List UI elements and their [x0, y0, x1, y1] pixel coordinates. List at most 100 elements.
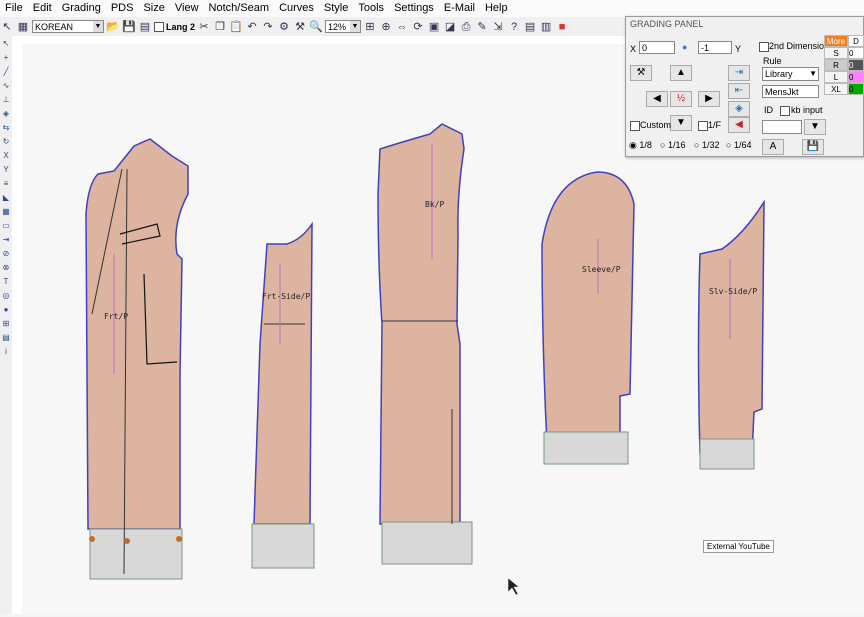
cut-icon[interactable]: ✂	[197, 20, 211, 34]
rule-name-field[interactable]: MensJkt	[762, 85, 819, 98]
piece-front-side[interactable]: Frt-Side/P	[251, 221, 315, 569]
fraction-center-button[interactable]: ½	[670, 91, 692, 107]
grid-tool-icon[interactable]: ⊞	[1, 319, 11, 329]
menu-grading[interactable]: Grading	[57, 0, 106, 17]
palette-icon[interactable]: ■	[555, 20, 569, 34]
join-tool-icon[interactable]: ⊗	[1, 263, 11, 273]
x-tool-icon[interactable]: X	[1, 151, 11, 161]
copy-right-icon[interactable]: ⇥	[728, 65, 750, 81]
menu-file[interactable]: File	[0, 0, 28, 17]
measure-tool-icon[interactable]: ≡	[1, 179, 11, 189]
menu-help[interactable]: Help	[480, 0, 513, 17]
piece-front[interactable]: Frt/P	[85, 138, 189, 580]
flag-icon[interactable]: ◀	[728, 117, 750, 133]
menu-tools[interactable]: Tools	[353, 0, 389, 17]
undo-icon[interactable]: ↶	[245, 20, 259, 34]
piece-sleeve-side[interactable]: Slv-Side/P	[697, 199, 765, 470]
piece-icon[interactable]: ▣	[427, 20, 441, 34]
marker-icon[interactable]: ◪	[443, 20, 457, 34]
button-tool-icon[interactable]: ●	[1, 305, 11, 315]
plot-icon[interactable]: ⎙	[459, 20, 473, 34]
y-tool-icon[interactable]: Y	[1, 165, 11, 175]
menu-pds[interactable]: PDS	[106, 0, 139, 17]
zoom-select[interactable]: 12% ▼	[325, 20, 362, 33]
drill-tool-icon[interactable]: ◎	[1, 291, 11, 301]
fraction-1-8[interactable]: ◉ 1/8	[629, 140, 652, 151]
id-dropdown-icon[interactable]: ▼	[804, 119, 826, 135]
layout-icon[interactable]: ▥	[539, 20, 553, 34]
redraw-icon[interactable]: ⟳	[411, 20, 425, 34]
x-value-field[interactable]: 0	[639, 41, 675, 54]
split-tool-icon[interactable]: ⊘	[1, 249, 11, 259]
copy-icon[interactable]: ❐	[213, 20, 227, 34]
line-tool-icon[interactable]: ╱	[1, 67, 11, 77]
dot-icon[interactable]: ●	[682, 42, 687, 52]
arrow-down-icon[interactable]: ▼	[670, 115, 692, 131]
arrow-left-icon[interactable]: ◀	[646, 91, 668, 107]
notes-icon[interactable]: ▤	[523, 20, 537, 34]
custom-checkbox[interactable]	[630, 121, 640, 131]
grade-icon[interactable]: ⇲	[491, 20, 505, 34]
measure-icon[interactable]: ⚙	[277, 20, 291, 34]
info-tool-icon[interactable]: i	[1, 347, 11, 357]
flip-icon[interactable]: ⇔	[395, 20, 409, 34]
menu-size[interactable]: Size	[138, 0, 169, 17]
fraction-1-16[interactable]: ○ 1/16	[660, 140, 685, 150]
menu-view[interactable]: View	[170, 0, 204, 17]
lang2-checkbox-box[interactable]	[154, 21, 164, 32]
pointer-icon[interactable]: ↖	[0, 20, 14, 34]
open-icon[interactable]: 📂	[106, 20, 120, 34]
grade-tool-icon[interactable]: ⚒	[630, 65, 652, 81]
redo-icon[interactable]: ↷	[261, 20, 275, 34]
hammer-icon[interactable]: ⚒	[293, 20, 307, 34]
piece-sleeve[interactable]: Sleeve/P	[541, 171, 635, 465]
rotate-tool-icon[interactable]: ↻	[1, 137, 11, 147]
select-tool-icon[interactable]: ↖	[1, 39, 11, 49]
a-button[interactable]: A	[762, 139, 784, 155]
y-value-field[interactable]: -1	[698, 41, 732, 54]
layer-tool-icon[interactable]: ▤	[1, 333, 11, 343]
arrow-up-icon[interactable]: ▲	[670, 65, 692, 81]
pleat-tool-icon[interactable]: ▦	[1, 207, 11, 217]
size-row-r[interactable]: R 0	[824, 59, 864, 71]
zoom-fit-icon[interactable]: ⊞	[363, 20, 377, 34]
mirror-tool-icon[interactable]: ⇆	[1, 123, 11, 133]
save-icon[interactable]: 💾	[122, 20, 136, 34]
curve-tool-icon[interactable]: ∿	[1, 81, 11, 91]
id-select[interactable]	[762, 120, 802, 134]
paste-icon[interactable]: 📋	[229, 20, 243, 34]
fraction-f-checkbox[interactable]	[698, 121, 708, 131]
language-select[interactable]: KOREAN ▼	[32, 20, 104, 33]
size-row-s[interactable]: S 0	[824, 47, 864, 59]
grade-tool-icon[interactable]: ◈	[1, 109, 11, 119]
second-dimension-checkbox[interactable]	[759, 42, 769, 52]
kb-input-checkbox[interactable]	[780, 106, 790, 116]
print-icon[interactable]: ▤	[138, 20, 152, 34]
notch-tool-icon[interactable]: ⊥	[1, 95, 11, 105]
lang2-checkbox[interactable]: Lang 2	[154, 21, 195, 32]
menu-settings[interactable]: Settings	[389, 0, 439, 17]
menu-email[interactable]: E-Mail	[439, 0, 480, 17]
help-icon[interactable]: ?	[507, 20, 521, 34]
rule-source-select[interactable]: Library ▼	[762, 67, 819, 81]
walk-tool-icon[interactable]: ⇥	[1, 235, 11, 245]
more-button[interactable]: More	[824, 35, 848, 47]
digitize-icon[interactable]: ✎	[475, 20, 489, 34]
menu-edit[interactable]: Edit	[28, 0, 57, 17]
tag-icon[interactable]: ◈	[728, 101, 750, 117]
seam-tool-icon[interactable]: ▭	[1, 221, 11, 231]
arrow-right-icon[interactable]: ▶	[698, 91, 720, 107]
size-row-xl[interactable]: XL 0	[824, 83, 864, 95]
fraction-1-32[interactable]: ○ 1/32	[694, 140, 719, 150]
menu-curves[interactable]: Curves	[274, 0, 319, 17]
grid-icon[interactable]: ▦	[16, 20, 30, 34]
piece-back[interactable]: Bk/P	[377, 123, 473, 565]
size-row-l[interactable]: L 0	[824, 71, 864, 83]
copy-left-icon[interactable]: ⇤	[728, 83, 750, 99]
point-tool-icon[interactable]: +	[1, 53, 11, 63]
menu-notch-seam[interactable]: Notch/Seam	[204, 0, 275, 17]
zoom-in-icon[interactable]: ⊕	[379, 20, 393, 34]
fraction-1-64[interactable]: ○ 1/64	[726, 140, 751, 150]
menu-style[interactable]: Style	[319, 0, 353, 17]
dart-tool-icon[interactable]: ◣	[1, 193, 11, 203]
